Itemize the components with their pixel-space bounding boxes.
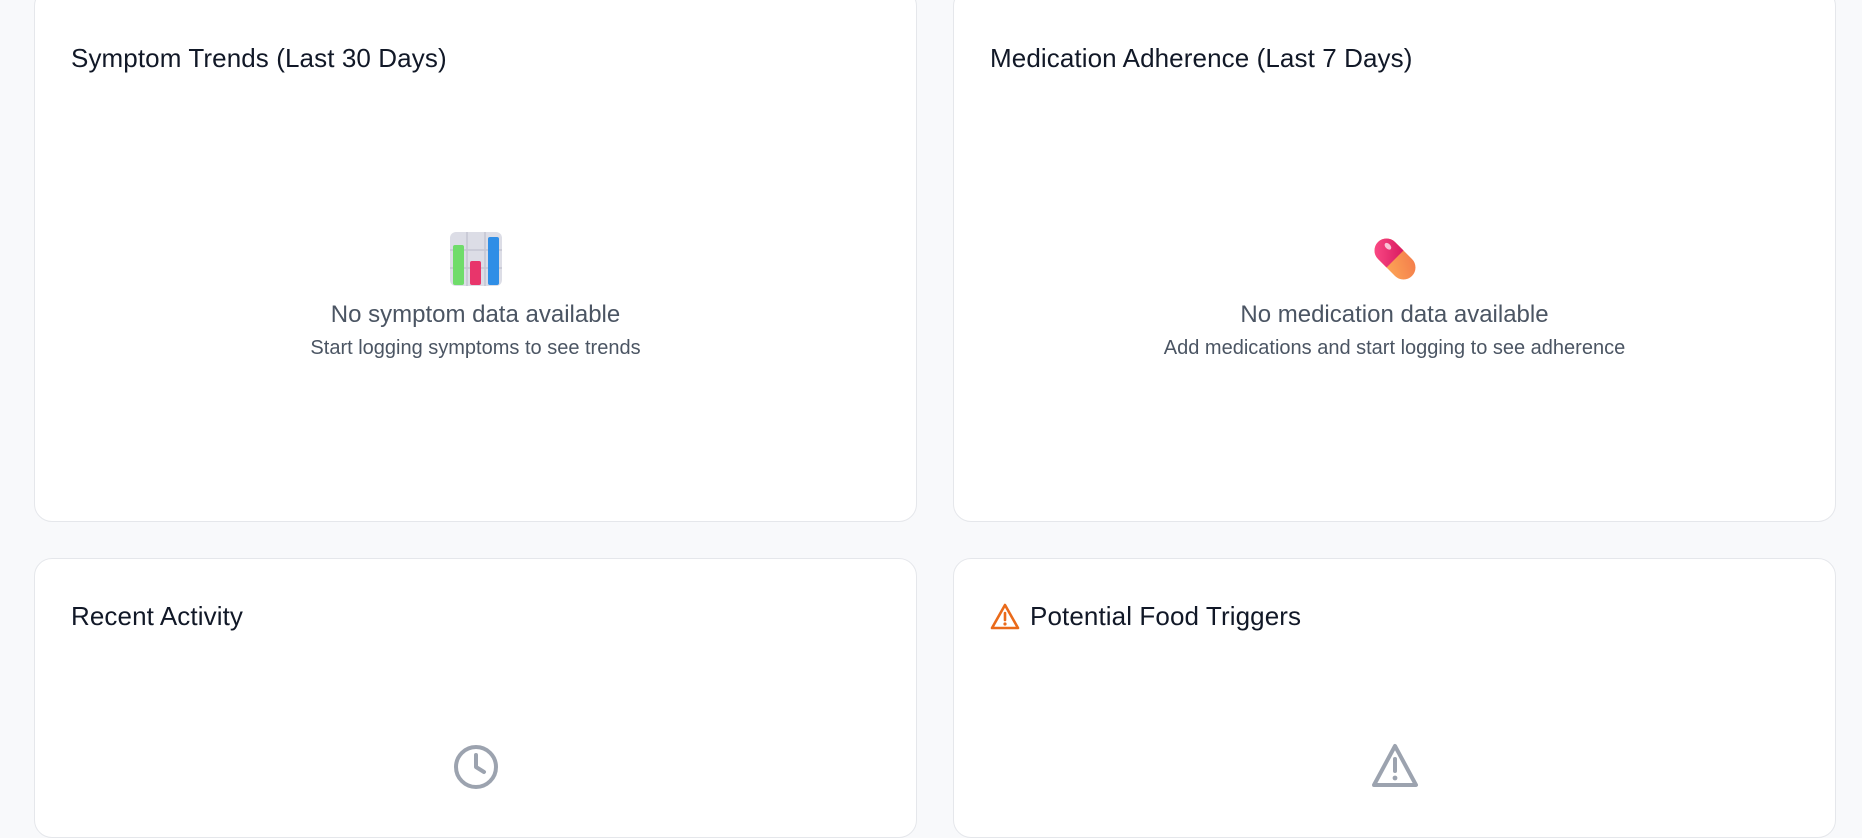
symptom-trends-title: Symptom Trends (Last 30 Days) <box>71 43 447 73</box>
recent-activity-empty-state <box>35 743 916 791</box>
pill-icon <box>1374 238 1415 280</box>
bar-chart-icon <box>449 232 502 286</box>
clock-icon <box>453 745 498 789</box>
recent-activity-title: Recent Activity <box>71 601 244 631</box>
recent-activity-card: Recent Activity <box>34 558 917 838</box>
symptom-empty-state: No symptom data available Start logging … <box>35 231 916 360</box>
medication-empty-title: No medication data available <box>1240 301 1549 328</box>
medication-adherence-title: Medication Adherence (Last 7 Days) <box>990 43 1413 73</box>
medication-empty-state: No medication data available Add medicat… <box>954 231 1835 360</box>
medication-empty-subtitle: Add medications and start logging to see… <box>1163 337 1626 359</box>
symptom-empty-title: No symptom data available <box>330 301 621 328</box>
food-triggers-title: Potential Food Triggers <box>1030 601 1302 631</box>
food-triggers-card: Potential Food Triggers <box>953 558 1836 838</box>
food-triggers-empty-state <box>954 743 1835 789</box>
warning-icon <box>990 603 1020 629</box>
food-triggers-title-row: Potential Food Triggers <box>990 601 1301 632</box>
symptom-trends-card: Symptom Trends (Last 30 Days) No symptom… <box>34 0 917 522</box>
symptom-empty-subtitle: Start logging symptoms to see trends <box>310 337 641 359</box>
warning-icon <box>1371 744 1418 787</box>
medication-adherence-card: Medication Adherence (Last 7 Days) No me… <box>953 0 1836 522</box>
